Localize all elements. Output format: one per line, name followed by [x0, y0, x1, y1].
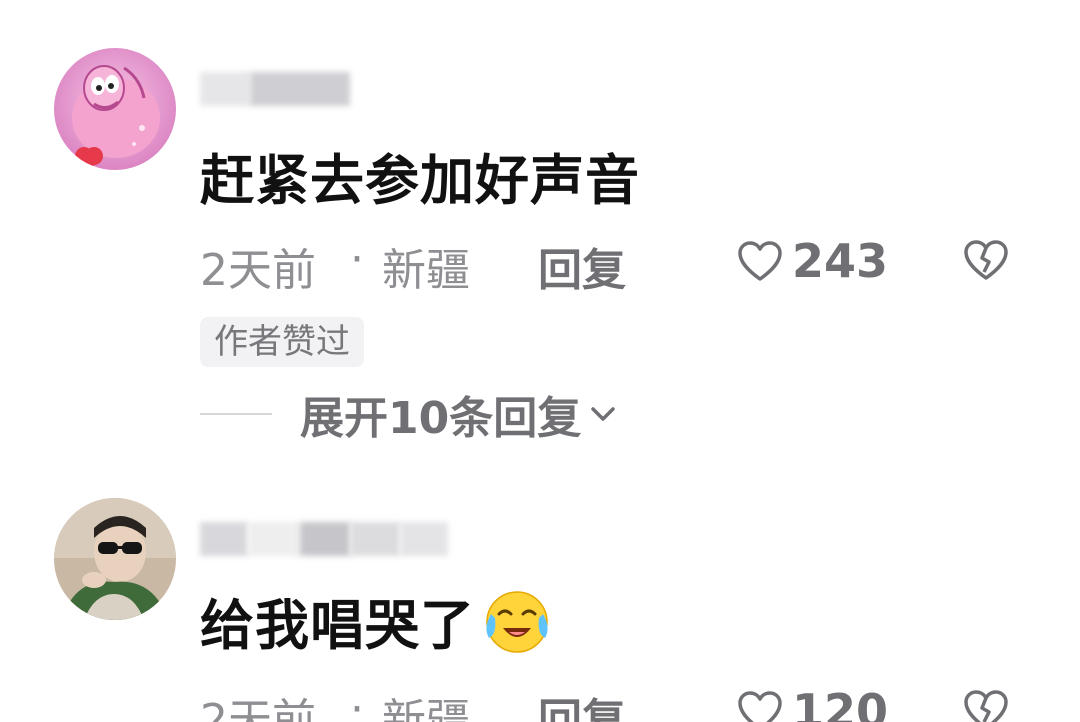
username-blurred[interactable]	[200, 70, 350, 108]
broken-heart-icon[interactable]	[962, 688, 1010, 722]
crying-laughing-emoji	[486, 591, 548, 653]
comment-location: 新疆	[382, 245, 470, 296]
comment-time: 2天前	[200, 695, 316, 722]
username-blurred[interactable]	[200, 520, 448, 558]
heart-outline-icon	[738, 241, 782, 281]
comment-location: 新疆	[382, 695, 470, 722]
like-button[interactable]: 243	[736, 234, 888, 288]
meta-separator: ·	[350, 684, 364, 722]
comment-time: 2天前	[200, 245, 316, 296]
like-button[interactable]: 120	[736, 684, 888, 722]
broken-heart-icon[interactable]	[962, 238, 1010, 282]
expand-replies-button[interactable]: 展开10条回复	[200, 386, 720, 444]
divider-line	[200, 413, 272, 415]
heart-outline-icon	[738, 691, 782, 722]
reply-button[interactable]: 回复	[538, 234, 626, 298]
reply-button[interactable]: 回复	[538, 684, 626, 722]
comment-item: 给我唱哭了 2天前 · 新疆 回复 120	[0, 480, 1080, 722]
comment-meta: 2天前 · 新疆 回复 120	[200, 684, 1060, 722]
comment-item: 赶紧去参加好声音 2天前 · 新疆 回复 243 作者赞过 展开10条回复	[0, 0, 1080, 480]
avatar[interactable]	[54, 498, 176, 620]
author-liked-badge: 作者赞过	[200, 317, 364, 367]
comment-text: 给我唱哭了	[200, 582, 553, 658]
chevron-down-icon	[591, 407, 615, 421]
like-count: 243	[792, 234, 889, 288]
like-count: 120	[792, 684, 889, 722]
meta-separator: ·	[350, 234, 364, 285]
expand-replies-label: 展开10条回复	[300, 393, 582, 444]
comment-text: 赶紧去参加好声音	[200, 148, 640, 212]
avatar[interactable]	[54, 48, 176, 170]
comment-list: 赶紧去参加好声音 2天前 · 新疆 回复 243 作者赞过 展开10条回复 给我…	[0, 0, 1080, 722]
comment-meta: 2天前 · 新疆 回复 243	[200, 234, 1060, 296]
